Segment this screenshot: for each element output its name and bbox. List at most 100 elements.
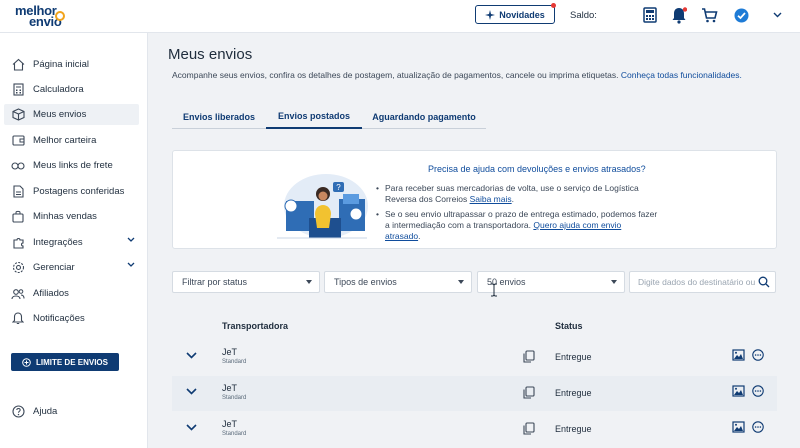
copy-icon[interactable] <box>522 422 535 435</box>
help-card: ? Precisa de ajuda com devoluções e envi… <box>172 150 777 249</box>
sidebar-item-postagens[interactable]: Postagens conferidas <box>4 181 139 202</box>
help-icon <box>11 405 25 419</box>
calculator-icon[interactable] <box>641 6 659 24</box>
sidebar-item-label: Postagens conferidas <box>33 186 125 197</box>
carrier-name: JeT <box>222 347 238 357</box>
sidebar-item-links-frete[interactable]: Meus links de frete <box>4 155 139 176</box>
image-icon[interactable] <box>732 349 745 361</box>
sidebar-item-label: Meus envios <box>33 109 87 120</box>
logo-mark-icon <box>55 11 65 21</box>
plus-circle-icon <box>22 357 31 367</box>
box-icon <box>11 108 25 122</box>
text-cursor-icon <box>491 283 497 297</box>
sidebar-item-home[interactable]: Página inicial <box>4 54 139 75</box>
status-value: Entregue <box>555 388 592 398</box>
copy-icon[interactable] <box>522 386 535 399</box>
link-icon <box>11 159 25 173</box>
status-filter-select[interactable]: Filtrar por status <box>172 271 320 293</box>
cart-icon[interactable] <box>700 6 718 24</box>
carrier-service: Standard <box>222 395 247 401</box>
chevron-down-icon[interactable] <box>186 352 197 359</box>
tab-aguardando-pagamento[interactable]: Aguardando pagamento <box>362 105 486 128</box>
tab-envios-postados[interactable]: Envios postados <box>266 105 362 129</box>
limite-envios-label: LIMITE DE ENVIOS <box>35 357 108 367</box>
sidebar-item-notificacoes[interactable]: Notificações <box>4 308 139 329</box>
chevron-down-icon[interactable] <box>186 388 197 395</box>
support-illustration: ? <box>277 174 368 239</box>
sidebar-item-calculadora[interactable]: Calculadora <box>4 79 139 100</box>
quero-ajuda-link-continuation[interactable]: atrasado <box>385 231 418 241</box>
status-filter-value: Filtrar por status <box>182 277 248 287</box>
sidebar-item-integracoes[interactable]: Integrações <box>4 232 139 253</box>
help-bullet-text: Se o seu envio ultrapassar o prazo de en… <box>385 209 658 219</box>
destinatario-search[interactable] <box>629 271 776 293</box>
document-icon <box>11 185 25 199</box>
sidebar-item-label: Gerenciar <box>33 262 75 273</box>
caret-down-icon <box>611 280 617 284</box>
verified-badge-icon[interactable] <box>732 6 750 24</box>
carrier-service: Standard <box>222 359 247 365</box>
more-options-icon[interactable] <box>752 385 764 397</box>
home-icon <box>11 58 25 72</box>
chevron-down-icon <box>127 237 135 242</box>
page-subtitle: Acompanhe seus envios, confira os detalh… <box>172 70 742 80</box>
column-header-status: Status <box>555 321 583 331</box>
carrier-service: Standard <box>222 431 247 437</box>
sidebar-item-melhor-carteira[interactable]: Melhor carteira <box>4 130 139 151</box>
caret-down-icon <box>458 280 464 284</box>
novidades-button[interactable]: Novidades <box>475 3 556 24</box>
tabs: Envios liberados Envios postados Aguarda… <box>172 105 486 129</box>
wallet-icon <box>11 134 25 148</box>
table-row: JeT Standard Entregue <box>172 376 777 411</box>
copy-icon[interactable] <box>522 350 535 363</box>
page-title: Meus envios <box>168 46 253 63</box>
sidebar-item-meus-envios[interactable]: Meus envios <box>4 104 139 125</box>
tipos-envios-select[interactable]: Tipos de envios <box>324 271 472 293</box>
chevron-down-icon <box>127 262 135 267</box>
destinatario-search-input[interactable] <box>630 272 755 292</box>
image-icon[interactable] <box>732 421 745 433</box>
more-options-icon[interactable] <box>752 421 764 433</box>
help-bullet-text: a intermediação com a transportadora. <box>385 220 531 230</box>
sidebar-item-label: Meus links de frete <box>33 160 113 171</box>
help-bullet-devolucoes: Para receber suas mercadorias de volta, … <box>376 183 685 205</box>
tipos-envios-value: Tipos de envios <box>334 277 397 287</box>
sidebar-item-vendas[interactable]: Minhas vendas <box>4 206 139 227</box>
more-options-icon[interactable] <box>752 349 764 361</box>
carrier-name: JeT <box>222 419 238 429</box>
carrier-name: JeT <box>222 383 238 393</box>
tab-envios-liberados[interactable]: Envios liberados <box>172 105 266 128</box>
bell-icon[interactable] <box>670 6 688 24</box>
sidebar-item-label: Melhor carteira <box>33 135 97 146</box>
quantidade-envios-select[interactable]: 50 envios <box>477 271 625 293</box>
logo[interactable]: melhor envio <box>15 3 75 29</box>
sidebar: Página inicial Calculadora Meus envios M… <box>0 33 148 448</box>
chevron-down-icon[interactable] <box>768 6 786 24</box>
sidebar-item-label: Afiliados <box>33 288 69 299</box>
sidebar-item-label: Integrações <box>33 237 83 248</box>
status-value: Entregue <box>555 352 592 362</box>
sparkle-icon <box>485 9 496 20</box>
quero-ajuda-link[interactable]: Quero ajuda com envio <box>533 220 621 230</box>
sidebar-item-label: Calculadora <box>33 84 84 95</box>
conheca-funcionalidades-link[interactable]: Conheça todas funcionalidades. <box>621 70 742 80</box>
image-icon[interactable] <box>732 385 745 397</box>
status-value: Entregue <box>555 424 592 434</box>
sidebar-item-ajuda[interactable]: Ajuda <box>4 401 139 422</box>
svg-text:?: ? <box>336 183 341 192</box>
sidebar-item-afiliados[interactable]: Afiliados <box>4 283 139 304</box>
chevron-down-icon[interactable] <box>186 424 197 431</box>
table-row: JeT Standard Entregue <box>172 340 777 375</box>
bell-icon <box>11 312 25 326</box>
sidebar-item-gerenciar[interactable]: Gerenciar <box>4 257 139 278</box>
sidebar-item-label: Notificações <box>33 313 85 324</box>
saiba-mais-link[interactable]: Saiba mais <box>470 194 512 204</box>
column-header-transportadora: Transportadora <box>222 321 289 331</box>
search-icon[interactable] <box>758 276 770 288</box>
saldo-label: Saldo: <box>570 10 597 21</box>
sidebar-item-label: Minhas vendas <box>33 211 97 222</box>
help-bullet-text: Para receber suas mercadorias de volta, … <box>385 183 639 193</box>
limite-envios-button[interactable]: LIMITE DE ENVIOS <box>11 353 119 371</box>
puzzle-icon <box>11 236 25 250</box>
calculator-icon <box>11 83 25 97</box>
